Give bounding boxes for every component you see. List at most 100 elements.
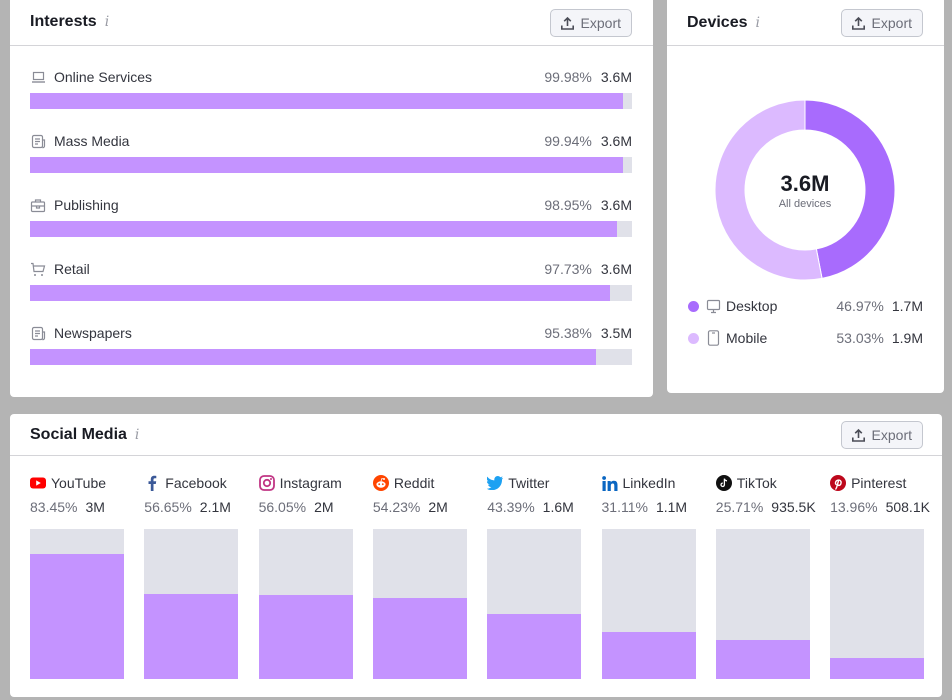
- social-value: 508.1K: [885, 499, 930, 515]
- interest-value: 3.5M: [600, 325, 632, 341]
- interest-row[interactable]: Mass Media 99.94% 3.6M: [30, 132, 632, 182]
- social-export-button[interactable]: Export: [840, 421, 923, 449]
- interest-bar-track: [30, 93, 632, 109]
- interests-export-button[interactable]: Export: [549, 9, 632, 37]
- social-name: Pinterest: [851, 475, 907, 491]
- social-bar-track: [258, 529, 353, 679]
- device-value: 1.9M: [891, 330, 923, 346]
- social-name-row: LinkedIn: [601, 474, 697, 492]
- social-name: LinkedIn: [622, 475, 676, 491]
- social-item-twitter[interactable]: Twitter 43.39% 1.6M: [487, 474, 582, 679]
- cart-icon: [30, 261, 46, 277]
- interest-bar-fill: [30, 285, 610, 301]
- social-percent: 13.96%: [830, 499, 878, 515]
- youtube-icon: [30, 475, 46, 491]
- tiktok-icon: [715, 475, 732, 491]
- info-icon[interactable]: i: [756, 15, 760, 31]
- interest-name: Newspapers: [54, 325, 132, 341]
- social-item-tiktok[interactable]: TikTok 25.71% 935.5K: [715, 474, 816, 679]
- social-name-row: TikTok: [715, 474, 811, 492]
- donut-slice-desktop[interactable]: [804, 100, 895, 279]
- social-item-instagram[interactable]: Instagram 56.05% 2M: [258, 474, 354, 679]
- interest-row[interactable]: Online Services 99.98% 3.6M: [30, 68, 632, 118]
- social-item-linkedin[interactable]: LinkedIn 31.11% 1.1M: [601, 474, 697, 679]
- social-bar-track: [372, 529, 467, 679]
- social-title: Social Media i: [30, 426, 140, 443]
- interest-name: Online Services: [54, 69, 153, 85]
- device-name: Mobile: [726, 330, 768, 346]
- interest-label: Mass Media: [30, 132, 129, 150]
- social-bar-track: [715, 529, 810, 679]
- legend-dot: [688, 332, 699, 344]
- social-bar-fill: [144, 594, 239, 679]
- social-bar-track: [830, 529, 925, 679]
- interest-label: Online Services: [30, 68, 152, 86]
- social-percent: 31.11%: [601, 499, 648, 515]
- social-values: 13.96% 508.1K: [830, 498, 930, 516]
- interest-percent: 98.95%: [544, 197, 592, 213]
- interest-percent: 99.94%: [544, 133, 592, 149]
- social-bar-fill: [830, 658, 925, 679]
- interest-name: Mass Media: [54, 133, 130, 149]
- devices-export-button[interactable]: Export: [840, 9, 923, 37]
- social-percent: 56.65%: [144, 499, 192, 515]
- desktop-icon: [705, 298, 721, 314]
- facebook-icon: [144, 475, 160, 491]
- social-percent: 25.71%: [715, 499, 764, 515]
- social-percent: 54.23%: [372, 499, 421, 515]
- interest-bar-fill: [30, 221, 618, 237]
- social-values: 43.39% 1.6M: [487, 498, 582, 516]
- social-name: Facebook: [165, 475, 227, 491]
- social-item-facebook[interactable]: Facebook 56.65% 2.1M: [144, 474, 239, 679]
- social-bar-track: [487, 529, 582, 679]
- interest-values: 99.94% 3.6M: [544, 132, 632, 150]
- device-percent: 53.03%: [836, 330, 884, 346]
- social-name-row: YouTube: [30, 474, 125, 492]
- info-icon[interactable]: i: [105, 14, 109, 30]
- interest-values: 99.98% 3.6M: [544, 68, 632, 86]
- social-item-youtube[interactable]: YouTube 83.45% 3M: [30, 474, 125, 679]
- interest-values: 97.73% 3.6M: [544, 260, 632, 278]
- social-name-row: Reddit: [372, 474, 468, 492]
- social-value: 2M: [314, 499, 334, 515]
- pinterest-icon: [830, 475, 847, 491]
- social-bar-track: [30, 529, 124, 679]
- social-name-row: Pinterest: [830, 474, 925, 492]
- interest-bar-fill: [30, 157, 624, 173]
- interests-panel: Interests i Export Online Services 99.98% 3…: [10, 0, 653, 397]
- laptop-icon: [30, 69, 46, 85]
- social-value: 2.1M: [199, 499, 231, 515]
- devices-panel: Devices i Export 3.6M All devices Desktop…: [667, 0, 944, 393]
- interest-value: 3.6M: [600, 133, 632, 149]
- interest-row[interactable]: Publishing 98.95% 3.6M: [30, 196, 632, 246]
- social-bar-fill: [258, 594, 353, 679]
- interest-value: 3.6M: [600, 69, 632, 85]
- social-item-reddit[interactable]: Reddit 54.23% 2M: [372, 474, 468, 679]
- social-header: Social Media i Export: [10, 414, 942, 456]
- interest-bar-track: [30, 157, 632, 173]
- social-name: TikTok: [736, 475, 777, 491]
- social-bar-fill: [487, 613, 582, 679]
- interest-bar-fill: [30, 93, 624, 109]
- export-icon: [560, 16, 574, 30]
- social-values: 83.45% 3M: [30, 498, 125, 516]
- social-values: 56.65% 2.1M: [144, 498, 239, 516]
- social-values: 54.23% 2M: [373, 498, 468, 516]
- news-icon: [30, 133, 46, 149]
- social-name: Twitter: [508, 475, 550, 491]
- interest-percent: 99.98%: [544, 69, 592, 85]
- device-legend-row[interactable]: Mobile 53.03% 1.9M: [688, 328, 923, 348]
- interests-header: Interests i Export: [10, 0, 653, 46]
- device-legend-row[interactable]: Desktop 46.97% 1.7M: [688, 296, 923, 316]
- info-icon[interactable]: i: [135, 427, 139, 443]
- devices-donut-chart: [715, 100, 895, 280]
- interest-row[interactable]: Retail 97.73% 3.6M: [30, 260, 632, 310]
- devices-title: Devices i: [687, 14, 760, 31]
- social-bar-fill: [601, 632, 696, 679]
- social-item-pinterest[interactable]: Pinterest 13.96% 508.1K: [830, 474, 930, 679]
- interest-row[interactable]: Newspapers 95.38% 3.5M: [30, 324, 632, 374]
- social-bar-track: [144, 529, 239, 679]
- social-value: 935.5K: [771, 499, 816, 515]
- social-bar-track: [601, 529, 696, 679]
- social-name-row: Facebook: [144, 474, 239, 492]
